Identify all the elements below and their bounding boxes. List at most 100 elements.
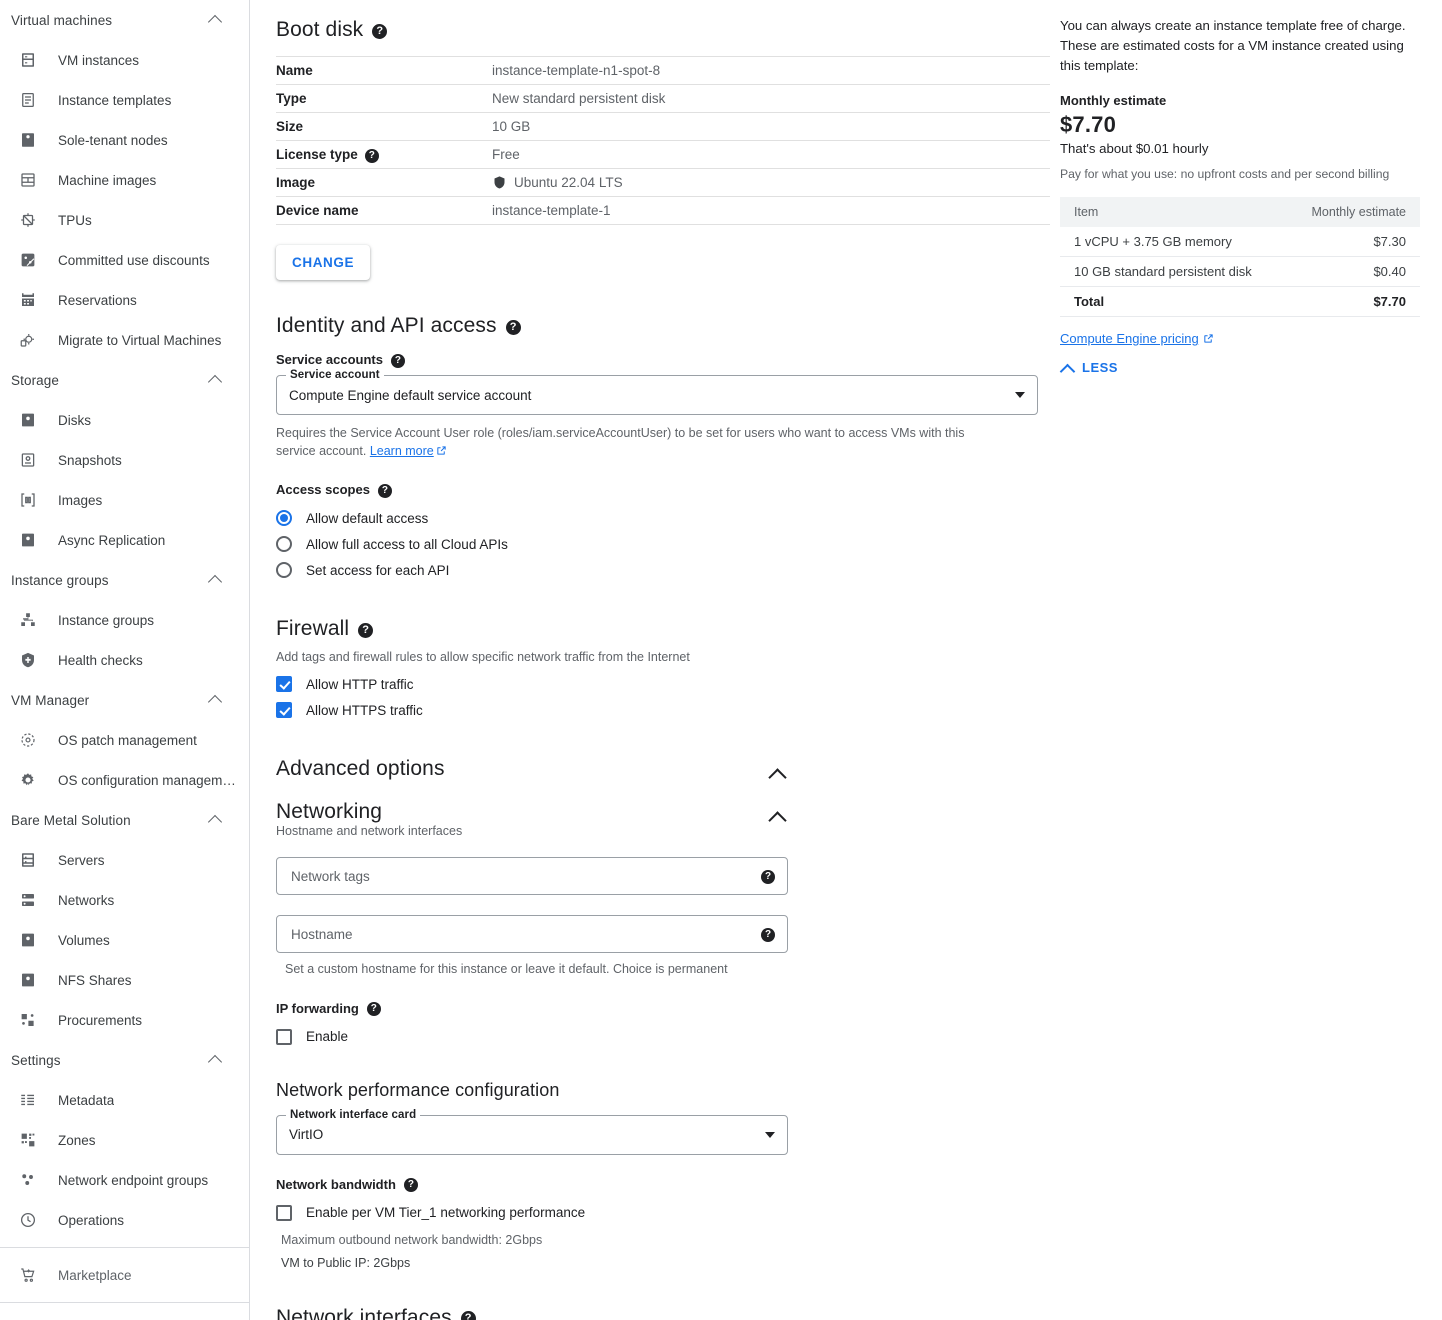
- learn-more-link[interactable]: Learn more: [370, 444, 434, 458]
- firewall-heading: Firewall ?: [276, 617, 1026, 641]
- service-accounts-label-row: Service accounts ?: [276, 352, 1026, 368]
- sidebar-group-virtual-machines[interactable]: Virtual machines: [0, 0, 249, 40]
- sidebar-item-network-endpoint-groups[interactable]: Network endpoint groups: [0, 1160, 249, 1200]
- checkbox-checked-icon[interactable]: [276, 702, 292, 719]
- vm-instances-icon: [18, 50, 38, 70]
- help-icon[interactable]: ?: [505, 319, 521, 335]
- radio-allow-default-access[interactable]: Allow default access: [276, 505, 1026, 531]
- help-icon[interactable]: ?: [761, 928, 775, 943]
- network-interface-card-select[interactable]: Network interface card VirtIO: [276, 1108, 788, 1155]
- sidebar-item-committed-use-discounts[interactable]: Committed use discounts: [0, 240, 249, 280]
- sidebar-item-label: Migrate to Virtual Machines: [58, 332, 222, 348]
- hostname-field[interactable]: ?: [276, 915, 788, 954]
- checkbox-checked-icon[interactable]: [276, 676, 292, 693]
- help-icon[interactable]: ?: [372, 23, 388, 39]
- checkbox-label: Enable per VM Tier_1 networking performa…: [306, 1205, 586, 1220]
- help-icon[interactable]: ?: [364, 148, 379, 163]
- chevron-up-icon: [1060, 361, 1074, 375]
- service-account-select[interactable]: Service account Compute Engine default s…: [276, 369, 1038, 415]
- compute-engine-pricing-link[interactable]: Compute Engine pricing: [1060, 331, 1214, 346]
- change-boot-disk-button[interactable]: CHANGE: [276, 245, 371, 280]
- sidebar-item-health-checks[interactable]: Health checks: [0, 640, 249, 680]
- sidebar-item-marketplace[interactable]: Marketplace: [0, 1255, 249, 1295]
- chevron-up-icon[interactable]: [207, 811, 225, 829]
- chevron-up-icon[interactable]: [766, 763, 788, 785]
- sidebar-item-migrate-to-virtual-machines[interactable]: Migrate to Virtual Machines: [0, 320, 249, 360]
- estimate-row-item: 10 GB standard persistent disk: [1060, 256, 1286, 288]
- radio-button-selected-icon[interactable]: [276, 510, 292, 527]
- sidebar-item-label: Metadata: [58, 1092, 115, 1108]
- volumes-icon: [18, 930, 38, 950]
- migrate-icon: [18, 330, 38, 350]
- sidebar-group-instance-groups[interactable]: Instance groups: [0, 560, 249, 600]
- checkbox-icon[interactable]: [276, 1028, 292, 1045]
- sidebar-item-zones[interactable]: Zones: [0, 1120, 249, 1160]
- help-icon[interactable]: ?: [403, 1178, 418, 1192]
- help-icon[interactable]: ?: [377, 483, 392, 498]
- checkbox-ip-forwarding-enable[interactable]: Enable: [276, 1024, 1026, 1050]
- sidebar-item-label: Instance groups: [58, 612, 155, 628]
- less-toggle-button[interactable]: LESS: [1060, 360, 1118, 375]
- sidebar-item-vm-instances[interactable]: VM instances: [0, 40, 249, 80]
- sidebar-item-networks[interactable]: Networks: [0, 880, 249, 920]
- chevron-up-icon[interactable]: [207, 691, 225, 709]
- sidebar-item-servers[interactable]: Servers: [0, 840, 249, 880]
- help-icon[interactable]: ?: [460, 1311, 476, 1320]
- sidebar-item-snapshots[interactable]: Snapshots: [0, 440, 249, 480]
- sidebar-item-metadata[interactable]: Metadata: [0, 1080, 249, 1120]
- help-icon[interactable]: ?: [366, 1002, 381, 1016]
- advanced-options-toggle[interactable]: Advanced options: [276, 757, 788, 785]
- sidebar-item-images[interactable]: Images: [0, 480, 249, 520]
- chevron-up-icon[interactable]: [766, 806, 788, 828]
- sidebar-group-vm-manager[interactable]: VM Manager: [0, 680, 249, 720]
- chevron-down-icon[interactable]: [765, 1131, 775, 1138]
- radio-allow-full-access[interactable]: Allow full access to all Cloud APIs: [276, 531, 1026, 557]
- sidebar-item-os-configuration-management[interactable]: OS configuration manageme…: [0, 760, 249, 800]
- hostname-input[interactable]: [289, 916, 761, 953]
- radio-button-icon[interactable]: [276, 536, 292, 553]
- checkbox-icon[interactable]: [276, 1204, 292, 1221]
- sidebar-item-procurements[interactable]: Procurements: [0, 1000, 249, 1040]
- sidebar-item-tpus[interactable]: TPUs: [0, 200, 249, 240]
- sidebar-item-release-notes[interactable]: Release Notes: [0, 1310, 249, 1320]
- networks-icon: [18, 890, 38, 910]
- sidebar-group-settings[interactable]: Settings: [0, 1040, 249, 1080]
- help-icon[interactable]: ?: [390, 353, 405, 368]
- checkbox-allow-https-traffic[interactable]: Allow HTTPS traffic: [276, 697, 1026, 723]
- chevron-up-icon[interactable]: [207, 371, 225, 389]
- sidebar-divider: [0, 1302, 249, 1303]
- chevron-up-icon[interactable]: [207, 571, 225, 589]
- sidebar-item-machine-images[interactable]: Machine images: [0, 160, 249, 200]
- network-tags-field[interactable]: ?: [276, 857, 788, 896]
- chevron-up-icon[interactable]: [207, 11, 225, 29]
- sidebar-item-instance-templates[interactable]: Instance templates: [0, 80, 249, 120]
- metadata-icon: [18, 1090, 38, 1110]
- sidebar-group-bare-metal-solution[interactable]: Bare Metal Solution: [0, 800, 249, 840]
- radio-set-access-each-api[interactable]: Set access for each API: [276, 557, 1026, 583]
- chevron-down-icon[interactable]: [1015, 392, 1025, 398]
- sidebar-item-label: Snapshots: [58, 452, 122, 468]
- radio-button-icon[interactable]: [276, 562, 292, 579]
- network-tags-input[interactable]: [289, 858, 761, 895]
- checkbox-tier1-networking[interactable]: Enable per VM Tier_1 networking performa…: [276, 1200, 1026, 1226]
- sidebar-group-label: VM Manager: [11, 692, 90, 708]
- sidebar-item-async-replication[interactable]: Async Replication: [0, 520, 249, 560]
- networking-toggle[interactable]: Networking Hostname and network interfac…: [276, 800, 788, 838]
- service-accounts-label: Service accounts: [276, 352, 383, 367]
- sidebar-item-operations[interactable]: Operations: [0, 1200, 249, 1240]
- help-icon[interactable]: ?: [358, 622, 374, 638]
- sidebar-item-sole-tenant-nodes[interactable]: Sole-tenant nodes: [0, 120, 249, 160]
- sidebar-item-reservations[interactable]: Reservations: [0, 280, 249, 320]
- sidebar-item-instance-groups[interactable]: Instance groups: [0, 600, 249, 640]
- help-icon[interactable]: ?: [761, 870, 775, 885]
- sidebar-item-volumes[interactable]: Volumes: [0, 920, 249, 960]
- sidebar-item-label: Networks: [58, 892, 115, 908]
- sidebar-item-label: TPUs: [58, 212, 92, 228]
- access-scopes-label-row: Access scopes ?: [276, 482, 1026, 498]
- sidebar-item-os-patch-management[interactable]: OS patch management: [0, 720, 249, 760]
- sidebar-group-storage[interactable]: Storage: [0, 360, 249, 400]
- sidebar-item-nfs-shares[interactable]: NFS Shares: [0, 960, 249, 1000]
- chevron-up-icon[interactable]: [207, 1051, 225, 1069]
- checkbox-allow-http-traffic[interactable]: Allow HTTP traffic: [276, 671, 1026, 697]
- sidebar-item-disks[interactable]: Disks: [0, 400, 249, 440]
